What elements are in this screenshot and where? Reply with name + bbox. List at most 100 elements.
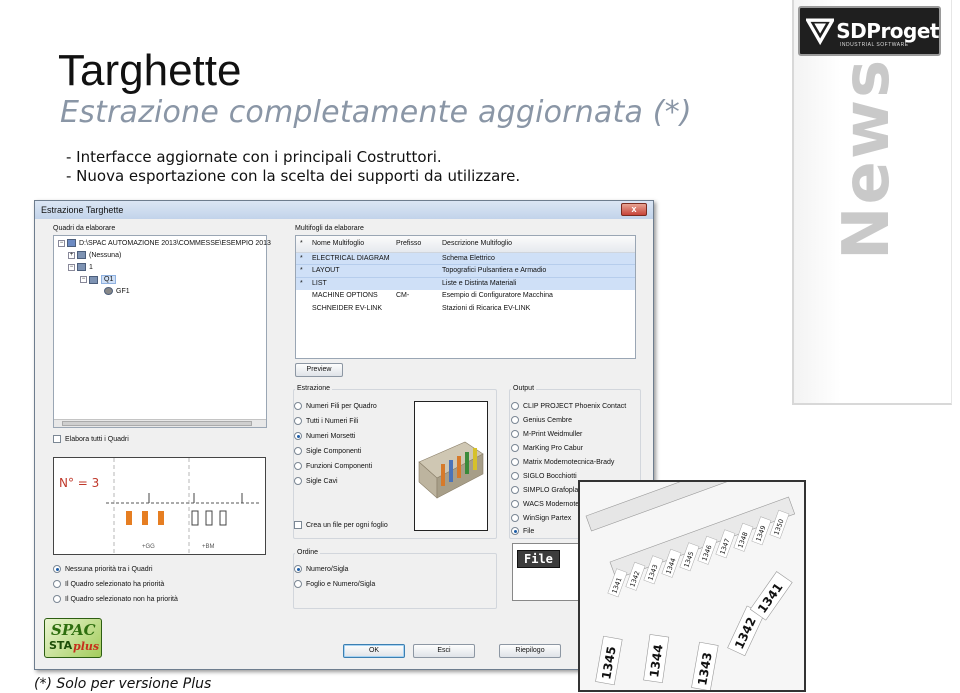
table-cell: Liste e Distinta Materiali bbox=[438, 276, 635, 290]
radio-button[interactable] bbox=[53, 595, 61, 603]
ordine-option[interactable]: Foglio e Numero/Sigla bbox=[294, 580, 375, 588]
radio-button[interactable] bbox=[53, 565, 61, 573]
estrazione-option[interactable]: Sigle Cavi bbox=[294, 477, 338, 485]
radio-label: Il Quadro selezionato ha priorità bbox=[65, 580, 165, 588]
tree-node-gf1[interactable]: GF1 bbox=[104, 287, 130, 295]
checkbox[interactable] bbox=[53, 435, 61, 443]
column-header-mark: * bbox=[296, 236, 308, 253]
output-option[interactable]: WinSign Partex bbox=[511, 514, 571, 522]
multifogli-table[interactable]: * Nome Multifoglio Prefisso Descrizione … bbox=[295, 235, 636, 359]
radio-button[interactable] bbox=[294, 447, 302, 455]
quadri-tree[interactable]: − D:\SPAC AUTOMAZIONE 2013\COMMESSE\ESEM… bbox=[53, 235, 271, 428]
preview-button[interactable]: Preview bbox=[295, 363, 343, 377]
table-row[interactable]: * LIST Liste e Distinta Materiali bbox=[296, 276, 635, 290]
table-cell: ELECTRICAL DIAGRAM bbox=[308, 251, 392, 265]
table-cell: LIST bbox=[308, 276, 392, 290]
output-option[interactable]: Genius Cembre bbox=[511, 416, 572, 424]
output-option[interactable]: SIMPLO Grafoplast bbox=[511, 486, 584, 494]
estrazione-option[interactable]: Numeri Morsetti bbox=[294, 432, 355, 440]
tree-node-label: GF1 bbox=[116, 287, 130, 295]
footnote: (*) Solo per versione Plus bbox=[34, 676, 212, 692]
terminal-block-image bbox=[414, 401, 488, 531]
tree-node-q1[interactable]: − Q1 bbox=[80, 275, 117, 284]
estrazione-option[interactable]: Numeri Fili per Quadro bbox=[294, 402, 377, 410]
tree-node-nessuna[interactable]: + (Nessuna) bbox=[68, 251, 121, 259]
radio-button[interactable] bbox=[294, 580, 302, 588]
ordine-option[interactable]: Numero/Sigla bbox=[294, 565, 348, 573]
radio-button[interactable] bbox=[511, 430, 519, 438]
radio-label: Il Quadro selezionato non ha priorità bbox=[65, 595, 178, 603]
file-format-preview: File bbox=[512, 543, 580, 601]
priority-option-has[interactable]: Il Quadro selezionato ha priorità bbox=[53, 580, 164, 588]
table-cell: CM- bbox=[396, 292, 410, 300]
table-cell bbox=[392, 276, 438, 290]
column-header-name[interactable]: Nome Multifoglio bbox=[308, 236, 392, 253]
ok-button[interactable]: OK bbox=[343, 644, 405, 658]
radio-button[interactable] bbox=[511, 458, 519, 466]
radio-button[interactable] bbox=[511, 444, 519, 452]
tree-node-1[interactable]: − 1 bbox=[68, 263, 93, 271]
elabora-tutti-checkbox[interactable]: Elabora tutti i Quadri bbox=[53, 435, 129, 443]
output-option[interactable]: MarKing Pro Cabur bbox=[511, 444, 583, 452]
tree-node-root[interactable]: − D:\SPAC AUTOMAZIONE 2013\COMMESSE\ESEM… bbox=[58, 239, 271, 247]
bullet-item: - Nuova esportazione con la scelta dei s… bbox=[66, 167, 521, 185]
output-option[interactable]: M-Print Weidmuller bbox=[511, 430, 582, 438]
checkbox[interactable] bbox=[294, 521, 302, 529]
radio-label: Numeri Fili per Quadro bbox=[306, 402, 377, 410]
radio-button[interactable] bbox=[294, 417, 302, 425]
table-cell bbox=[392, 251, 438, 265]
output-option[interactable]: File bbox=[511, 527, 534, 535]
column-header-prefix[interactable]: Prefisso bbox=[392, 236, 438, 253]
panel-icon bbox=[77, 263, 86, 271]
folder-icon bbox=[67, 239, 76, 247]
estrazione-option[interactable]: Sigle Componenti bbox=[294, 447, 361, 455]
ordine-label: Ordine bbox=[295, 549, 321, 556]
bullet-list: - Interfacce aggiornate con i principali… bbox=[66, 148, 520, 186]
table-row[interactable]: * LAYOUT Topografici Pulsantiera e Armad… bbox=[296, 264, 635, 277]
terminal-block-drawing bbox=[418, 441, 484, 499]
column-header-description[interactable]: Descrizione Multifoglio bbox=[438, 236, 635, 253]
radio-label: Numeri Morsetti bbox=[306, 432, 356, 440]
slide-title: Targhette bbox=[58, 46, 242, 95]
output-option[interactable]: Matrix Modernotecnica-Brady bbox=[511, 458, 614, 466]
table-cell: * bbox=[296, 276, 308, 290]
expand-icon[interactable]: + bbox=[68, 251, 75, 259]
crea-file-checkbox[interactable]: Crea un file per ogni foglio bbox=[294, 521, 388, 529]
collapse-icon[interactable]: − bbox=[58, 239, 65, 247]
radio-button[interactable] bbox=[294, 402, 302, 410]
radio-button[interactable] bbox=[294, 565, 302, 573]
radio-button[interactable] bbox=[294, 432, 302, 440]
table-cell bbox=[296, 302, 308, 315]
radio-button[interactable] bbox=[511, 500, 519, 508]
esci-button[interactable]: Esci bbox=[413, 644, 475, 658]
scroll-thumb[interactable] bbox=[62, 421, 252, 426]
table-row[interactable]: SCHNEIDER EV-LINK Stazioni di Ricarica E… bbox=[296, 302, 635, 315]
table-cell: MACHINE OPTIONS bbox=[312, 292, 378, 300]
output-option[interactable]: CLIP PROJECT Phoenix Contact bbox=[511, 402, 626, 410]
radio-button[interactable] bbox=[294, 462, 302, 470]
spac-logo-text: SPAC bbox=[51, 621, 96, 639]
table-row[interactable]: * ELECTRICAL DIAGRAM Schema Elettrico bbox=[296, 251, 635, 265]
close-button[interactable]: x bbox=[621, 203, 647, 216]
radio-button[interactable] bbox=[511, 416, 519, 424]
riepilogo-button[interactable]: Riepilogo bbox=[499, 644, 561, 658]
priority-option-not[interactable]: Il Quadro selezionato non ha priorità bbox=[53, 595, 178, 603]
output-option[interactable]: SIGLO Bocchiotti bbox=[511, 472, 577, 480]
estrazione-option[interactable]: Funzioni Componenti bbox=[294, 462, 372, 470]
horizontal-scrollbar[interactable] bbox=[54, 419, 266, 427]
radio-button[interactable] bbox=[511, 472, 519, 480]
radio-button[interactable] bbox=[53, 580, 61, 588]
schematic-tag: +BM bbox=[202, 544, 215, 550]
radio-button[interactable] bbox=[294, 477, 302, 485]
radio-button[interactable] bbox=[511, 486, 519, 494]
collapse-icon[interactable]: − bbox=[80, 276, 87, 283]
radio-button[interactable] bbox=[511, 527, 519, 535]
marker-labels-drawing: 1341 1342 1343 1344 1345 1346 1347 1348 1349 1350… bbox=[585, 482, 796, 690]
radio-button[interactable] bbox=[511, 514, 519, 522]
output-label: Output bbox=[511, 385, 537, 392]
priority-option-none[interactable]: Nessuna priorità tra i Quadri bbox=[53, 565, 153, 573]
estrazione-option[interactable]: Tutti i Numeri Fili bbox=[294, 417, 358, 425]
table-row[interactable]: MACHINE OPTIONS CM- Esempio di Configura… bbox=[296, 290, 635, 303]
radio-button[interactable] bbox=[511, 402, 519, 410]
collapse-icon[interactable]: − bbox=[68, 263, 75, 271]
